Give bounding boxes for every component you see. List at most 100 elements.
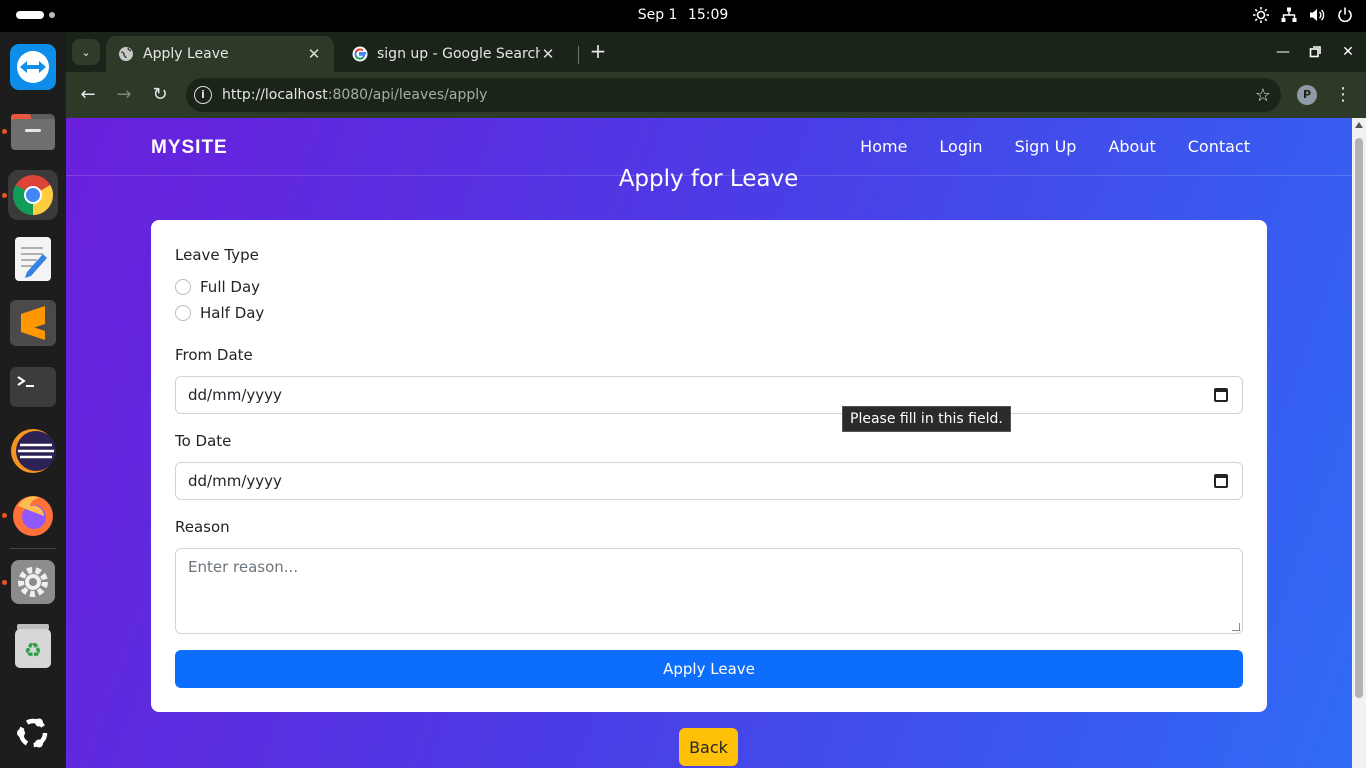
trash-icon: ♻ (15, 624, 51, 668)
maximize-button[interactable] (1305, 42, 1325, 62)
tab-strip: ⌄ Apply Leave ✕ sign up - Google Search … (66, 32, 1366, 72)
new-tab-button[interactable]: + (586, 40, 610, 64)
calendar-icon[interactable] (1214, 388, 1228, 402)
volume-icon (1310, 9, 1325, 21)
network-icon (1281, 7, 1297, 22)
page-viewport: MYSITE Home Login Sign Up About Contact … (66, 118, 1352, 768)
svg-text:♻: ♻ (24, 638, 42, 662)
site-brand[interactable]: MYSITE (151, 137, 228, 159)
dock-terminal[interactable] (8, 362, 58, 412)
arrow-left-icon: ← (80, 84, 96, 105)
nav-link-contact[interactable]: Contact (1188, 137, 1250, 156)
nav-link-signup[interactable]: Sign Up (1015, 137, 1077, 156)
dock-text-editor[interactable] (8, 234, 58, 284)
minimize-icon: — (1276, 44, 1290, 60)
teamviewer-icon (10, 44, 56, 90)
from-date-label: From Date (175, 346, 253, 364)
profile-avatar[interactable]: P (1297, 85, 1317, 105)
leave-type-label: Leave Type (175, 246, 259, 264)
close-icon: ✕ (1342, 44, 1354, 60)
radio-button[interactable] (175, 279, 191, 295)
page-scrollbar[interactable] (1352, 118, 1366, 768)
arrow-right-icon: → (116, 84, 132, 105)
scroll-up-arrow-icon[interactable] (1355, 122, 1363, 128)
clock[interactable]: Sep 1 15:09 (0, 7, 1366, 23)
reload-button[interactable]: ↻ (148, 83, 172, 107)
radio-full-day[interactable]: Full Day (175, 278, 260, 296)
back-button[interactable]: Back (679, 728, 738, 766)
address-bar[interactable]: i http://localhost:8080/api/leaves/apply… (186, 78, 1281, 112)
validation-tooltip: Please fill in this field. (842, 406, 1011, 432)
chrome-icon (13, 175, 53, 215)
chevron-down-icon: ⌄ (81, 45, 91, 59)
restore-icon (1309, 46, 1321, 58)
browser-menu-icon[interactable]: ⋮ (1334, 84, 1352, 105)
close-tab-icon[interactable]: ✕ (306, 46, 322, 62)
tab-google-search[interactable]: sign up - Google Search ✕ (340, 36, 568, 72)
google-icon (352, 46, 368, 62)
settings-icon (11, 560, 55, 604)
ubuntu-icon (17, 718, 48, 748)
tab-title: Apply Leave (143, 46, 229, 62)
radio-label: Half Day (200, 304, 265, 322)
radio-label: Full Day (200, 278, 261, 296)
date-placeholder: dd/mm/yyyy (188, 386, 282, 404)
tab-title: sign up - Google Search (377, 46, 540, 62)
to-date-input[interactable]: dd/mm/yyyy (175, 462, 1243, 500)
site-nav-links: Home Login Sign Up About Contact (860, 137, 1250, 156)
browser-toolbar: ← → ↻ i http://localhost:8080/api/leaves… (66, 72, 1366, 118)
date-placeholder: dd/mm/yyyy (188, 472, 282, 490)
site-info-icon[interactable]: i (194, 86, 212, 104)
calendar-icon[interactable] (1214, 474, 1228, 488)
close-tab-icon[interactable]: ✕ (540, 46, 556, 62)
to-date-label: To Date (175, 432, 232, 450)
dock-firefox[interactable] (8, 490, 58, 540)
url-text: http://localhost:8080/api/leaves/apply (222, 87, 488, 103)
radio-half-day[interactable]: Half Day (175, 304, 264, 322)
tab-search-button[interactable]: ⌄ (72, 39, 100, 65)
dock-show-apps[interactable] (8, 708, 58, 758)
browser-window: ⌄ Apply Leave ✕ sign up - Google Search … (66, 32, 1366, 768)
dock-chrome[interactable] (8, 170, 58, 220)
dock-settings[interactable] (8, 557, 58, 607)
dock-eclipse[interactable] (8, 426, 58, 476)
page-title: Apply for Leave (618, 166, 799, 192)
files-icon (11, 114, 55, 150)
terminal-icon (10, 367, 56, 407)
power-icon (1338, 7, 1352, 23)
plus-icon: + (589, 39, 607, 63)
tab-apply-leave[interactable]: Apply Leave ✕ (106, 36, 334, 72)
dock: ♻ (0, 32, 66, 768)
nav-link-login[interactable]: Login (939, 137, 982, 156)
dock-sublime[interactable] (8, 298, 58, 348)
scroll-thumb[interactable] (1355, 138, 1363, 698)
leave-form-card: Leave Type Full Day Half Day From Date d… (151, 220, 1267, 712)
minimize-button[interactable]: — (1273, 42, 1293, 62)
system-tray[interactable] (1252, 6, 1354, 24)
brightness-icon (1253, 7, 1269, 23)
clock-time: 15:09 (687, 7, 729, 23)
clock-date: Sep 1 (637, 7, 678, 23)
reason-placeholder: Enter reason... (188, 558, 299, 576)
reload-icon: ↻ (152, 84, 168, 105)
nav-link-about[interactable]: About (1108, 137, 1155, 156)
radio-button[interactable] (175, 305, 191, 321)
sublime-text-icon (10, 300, 56, 346)
forward-nav-button[interactable]: → (112, 83, 136, 107)
dock-files[interactable] (8, 106, 58, 156)
text-editor-icon (15, 237, 51, 281)
nav-link-home[interactable]: Home (860, 137, 907, 156)
globe-icon (119, 47, 133, 61)
reason-textarea[interactable]: Enter reason... (175, 548, 1243, 634)
dock-teamviewer[interactable] (8, 42, 58, 92)
dock-trash[interactable]: ♻ (8, 621, 58, 671)
reason-label: Reason (175, 518, 230, 536)
bookmark-star-icon[interactable]: ☆ (1255, 85, 1271, 106)
close-window-button[interactable]: ✕ (1338, 42, 1358, 62)
firefox-icon (13, 496, 53, 536)
from-date-input[interactable]: dd/mm/yyyy (175, 376, 1243, 414)
resize-handle-icon[interactable] (1232, 623, 1240, 631)
system-top-bar: Sep 1 15:09 (0, 0, 1366, 32)
apply-leave-button[interactable]: Apply Leave (175, 650, 1243, 688)
back-nav-button[interactable]: ← (76, 83, 100, 107)
